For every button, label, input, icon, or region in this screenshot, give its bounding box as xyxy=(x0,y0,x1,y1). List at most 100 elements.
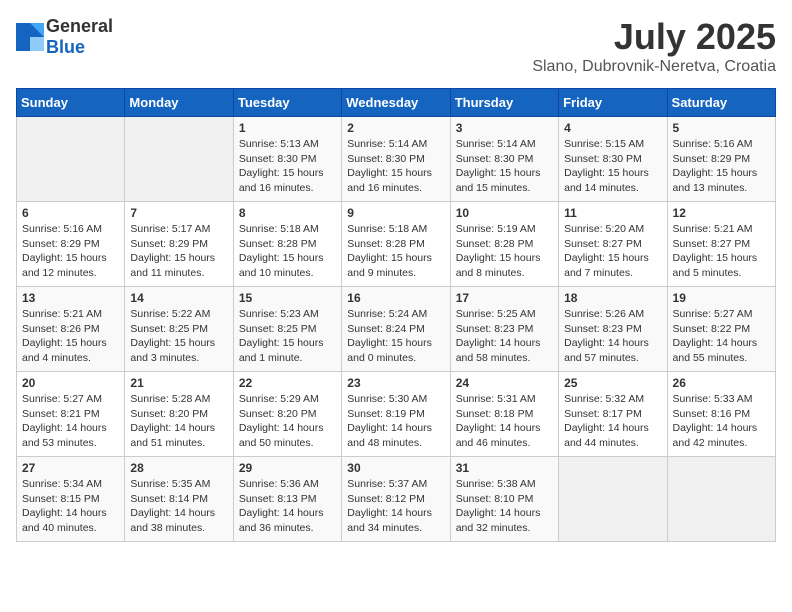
header-day-friday: Friday xyxy=(559,89,667,117)
calendar-cell: 16Sunrise: 5:24 AMSunset: 8:24 PMDayligh… xyxy=(342,287,450,372)
day-number: 17 xyxy=(456,291,553,305)
day-info: Sunrise: 5:15 AMSunset: 8:30 PMDaylight:… xyxy=(564,137,661,196)
calendar-cell: 13Sunrise: 5:21 AMSunset: 8:26 PMDayligh… xyxy=(17,287,125,372)
title-block: July 2025 Slano, Dubrovnik-Neretva, Croa… xyxy=(532,16,776,76)
day-number: 27 xyxy=(22,461,119,475)
day-number: 10 xyxy=(456,206,553,220)
calendar-cell: 21Sunrise: 5:28 AMSunset: 8:20 PMDayligh… xyxy=(125,372,233,457)
calendar-cell xyxy=(559,457,667,542)
day-number: 28 xyxy=(130,461,227,475)
day-info: Sunrise: 5:23 AMSunset: 8:25 PMDaylight:… xyxy=(239,307,336,366)
day-info: Sunrise: 5:29 AMSunset: 8:20 PMDaylight:… xyxy=(239,392,336,451)
calendar-week-1: 1Sunrise: 5:13 AMSunset: 8:30 PMDaylight… xyxy=(17,117,776,202)
calendar-cell: 12 Sunrise: 5:21 AMSunset: 8:27 PMDayligh… xyxy=(667,202,775,287)
day-info: Sunrise: 5:22 AMSunset: 8:25 PMDaylight:… xyxy=(130,307,227,366)
calendar-cell: 7 Sunrise: 5:17 AMSunset: 8:29 PMDaylight… xyxy=(125,202,233,287)
calendar-week-3: 13Sunrise: 5:21 AMSunset: 8:26 PMDayligh… xyxy=(17,287,776,372)
calendar-cell: 15 Sunrise: 5:23 AMSunset: 8:25 PMDayligh… xyxy=(233,287,341,372)
calendar-cell: 19 Sunrise: 5:27 AMSunset: 8:22 PMDayligh… xyxy=(667,287,775,372)
calendar-table: SundayMondayTuesdayWednesdayThursdayFrid… xyxy=(16,88,776,542)
day-number: 21 xyxy=(130,376,227,390)
calendar-cell: 20 Sunrise: 5:27 AMSunset: 8:21 PMDayligh… xyxy=(17,372,125,457)
day-number: 12 xyxy=(673,206,770,220)
day-number: 4 xyxy=(564,121,661,135)
day-info: Sunrise: 5:25 AMSunset: 8:23 PMDaylight:… xyxy=(456,307,553,366)
day-number: 13 xyxy=(22,291,119,305)
calendar-cell: 9Sunrise: 5:18 AMSunset: 8:28 PMDaylight… xyxy=(342,202,450,287)
day-number: 6 xyxy=(22,206,119,220)
day-info: Sunrise: 5:31 AMSunset: 8:18 PMDaylight:… xyxy=(456,392,553,451)
header-day-sunday: Sunday xyxy=(17,89,125,117)
day-number: 25 xyxy=(564,376,661,390)
calendar-cell: 18Sunrise: 5:26 AMSunset: 8:23 PMDayligh… xyxy=(559,287,667,372)
day-info: Sunrise: 5:16 AMSunset: 8:29 PMDaylight:… xyxy=(22,222,119,281)
calendar-cell: 27 Sunrise: 5:34 AMSunset: 8:15 PMDayligh… xyxy=(17,457,125,542)
day-info: Sunrise: 5:18 AMSunset: 8:28 PMDaylight:… xyxy=(239,222,336,281)
day-info: Sunrise: 5:18 AMSunset: 8:28 PMDaylight:… xyxy=(347,222,444,281)
day-info: Sunrise: 5:37 AMSunset: 8:12 PMDaylight:… xyxy=(347,477,444,536)
calendar-cell: 23 Sunrise: 5:30 AMSunset: 8:19 PMDayligh… xyxy=(342,372,450,457)
calendar-body: 1Sunrise: 5:13 AMSunset: 8:30 PMDaylight… xyxy=(17,117,776,542)
calendar-cell: 8Sunrise: 5:18 AMSunset: 8:28 PMDaylight… xyxy=(233,202,341,287)
calendar-cell: 22Sunrise: 5:29 AMSunset: 8:20 PMDayligh… xyxy=(233,372,341,457)
day-info: Sunrise: 5:19 AMSunset: 8:28 PMDaylight:… xyxy=(456,222,553,281)
day-number: 7 xyxy=(130,206,227,220)
logo: General Blue xyxy=(16,16,113,58)
calendar-week-5: 27 Sunrise: 5:34 AMSunset: 8:15 PMDayligh… xyxy=(17,457,776,542)
day-info: Sunrise: 5:14 AMSunset: 8:30 PMDaylight:… xyxy=(456,137,553,196)
day-info: Sunrise: 5:30 AMSunset: 8:19 PMDaylight:… xyxy=(347,392,444,451)
calendar-week-2: 6 Sunrise: 5:16 AMSunset: 8:29 PMDaylight… xyxy=(17,202,776,287)
day-number: 20 xyxy=(22,376,119,390)
day-number: 2 xyxy=(347,121,444,135)
calendar-cell: 29 Sunrise: 5:36 AMSunset: 8:13 PMDayligh… xyxy=(233,457,341,542)
calendar-cell: 17 Sunrise: 5:25 AMSunset: 8:23 PMDayligh… xyxy=(450,287,558,372)
day-info: Sunrise: 5:32 AMSunset: 8:17 PMDaylight:… xyxy=(564,392,661,451)
day-number: 3 xyxy=(456,121,553,135)
header-day-saturday: Saturday xyxy=(667,89,775,117)
logo-icon xyxy=(16,23,44,51)
day-number: 19 xyxy=(673,291,770,305)
calendar-cell: 30 Sunrise: 5:37 AMSunset: 8:12 PMDayligh… xyxy=(342,457,450,542)
header-row: SundayMondayTuesdayWednesdayThursdayFrid… xyxy=(17,89,776,117)
day-number: 1 xyxy=(239,121,336,135)
day-number: 15 xyxy=(239,291,336,305)
day-number: 31 xyxy=(456,461,553,475)
calendar-cell: 11Sunrise: 5:20 AMSunset: 8:27 PMDayligh… xyxy=(559,202,667,287)
calendar-cell: 4 Sunrise: 5:15 AMSunset: 8:30 PMDaylight… xyxy=(559,117,667,202)
calendar-cell: 24 Sunrise: 5:31 AMSunset: 8:18 PMDayligh… xyxy=(450,372,558,457)
calendar-cell: 10 Sunrise: 5:19 AMSunset: 8:28 PMDayligh… xyxy=(450,202,558,287)
calendar-cell: 5 Sunrise: 5:16 AMSunset: 8:29 PMDaylight… xyxy=(667,117,775,202)
calendar-cell: 31Sunrise: 5:38 AMSunset: 8:10 PMDayligh… xyxy=(450,457,558,542)
day-number: 23 xyxy=(347,376,444,390)
day-info: Sunrise: 5:17 AMSunset: 8:29 PMDaylight:… xyxy=(130,222,227,281)
day-info: Sunrise: 5:36 AMSunset: 8:13 PMDaylight:… xyxy=(239,477,336,536)
day-info: Sunrise: 5:16 AMSunset: 8:29 PMDaylight:… xyxy=(673,137,770,196)
logo-general: General xyxy=(46,16,113,36)
subtitle: Slano, Dubrovnik-Neretva, Croatia xyxy=(532,58,776,76)
calendar-cell: 25 Sunrise: 5:32 AMSunset: 8:17 PMDayligh… xyxy=(559,372,667,457)
day-number: 26 xyxy=(673,376,770,390)
day-info: Sunrise: 5:21 AMSunset: 8:27 PMDaylight:… xyxy=(673,222,770,281)
calendar-header: SundayMondayTuesdayWednesdayThursdayFrid… xyxy=(17,89,776,117)
day-info: Sunrise: 5:27 AMSunset: 8:22 PMDaylight:… xyxy=(673,307,770,366)
day-info: Sunrise: 5:35 AMSunset: 8:14 PMDaylight:… xyxy=(130,477,227,536)
header-day-wednesday: Wednesday xyxy=(342,89,450,117)
calendar-cell: 6 Sunrise: 5:16 AMSunset: 8:29 PMDaylight… xyxy=(17,202,125,287)
day-number: 24 xyxy=(456,376,553,390)
calendar-cell: 1Sunrise: 5:13 AMSunset: 8:30 PMDaylight… xyxy=(233,117,341,202)
calendar-cell xyxy=(17,117,125,202)
day-info: Sunrise: 5:20 AMSunset: 8:27 PMDaylight:… xyxy=(564,222,661,281)
day-info: Sunrise: 5:34 AMSunset: 8:15 PMDaylight:… xyxy=(22,477,119,536)
calendar-week-4: 20 Sunrise: 5:27 AMSunset: 8:21 PMDayligh… xyxy=(17,372,776,457)
day-info: Sunrise: 5:27 AMSunset: 8:21 PMDaylight:… xyxy=(22,392,119,451)
calendar-cell: 3 Sunrise: 5:14 AMSunset: 8:30 PMDaylight… xyxy=(450,117,558,202)
day-info: Sunrise: 5:14 AMSunset: 8:30 PMDaylight:… xyxy=(347,137,444,196)
header-day-monday: Monday xyxy=(125,89,233,117)
day-number: 5 xyxy=(673,121,770,135)
day-info: Sunrise: 5:24 AMSunset: 8:24 PMDaylight:… xyxy=(347,307,444,366)
day-number: 30 xyxy=(347,461,444,475)
calendar-cell: 28 Sunrise: 5:35 AMSunset: 8:14 PMDayligh… xyxy=(125,457,233,542)
calendar-cell: 14Sunrise: 5:22 AMSunset: 8:25 PMDayligh… xyxy=(125,287,233,372)
day-info: Sunrise: 5:33 AMSunset: 8:16 PMDaylight:… xyxy=(673,392,770,451)
day-number: 29 xyxy=(239,461,336,475)
